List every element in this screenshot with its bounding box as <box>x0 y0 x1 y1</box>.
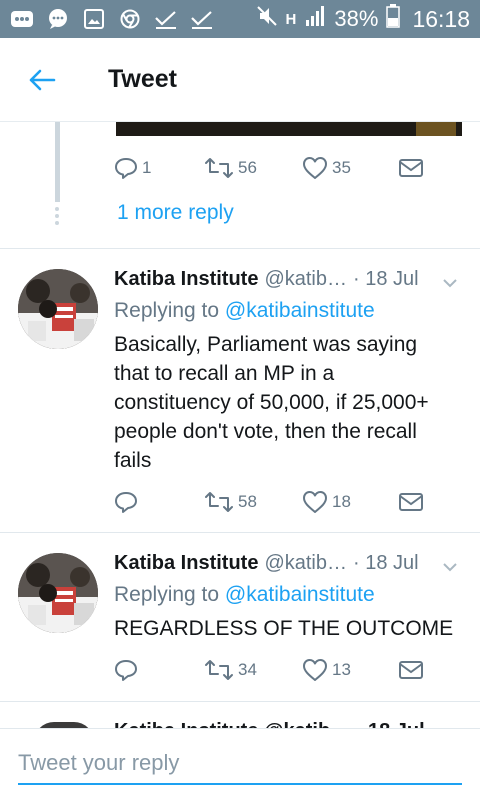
heart-icon <box>303 659 327 681</box>
reply-composer <box>0 728 480 800</box>
user-handle[interactable]: @katib… <box>264 268 347 291</box>
tweet-actions: 34 13 <box>114 656 444 684</box>
check-icon <box>154 8 178 30</box>
reply-input[interactable] <box>18 743 462 785</box>
avatar[interactable] <box>18 553 98 633</box>
prev-tweet-actions: 1 56 35 <box>114 154 444 182</box>
clock: 16:18 <box>412 5 470 32</box>
like-count: 35 <box>332 158 351 177</box>
retweet-icon <box>205 660 233 680</box>
check-icon <box>190 8 214 30</box>
user-handle[interactable]: @katib… <box>264 552 347 575</box>
envelope-icon <box>399 661 423 679</box>
display-name[interactable]: Katiba Institute <box>114 552 258 575</box>
tweet-header: Katiba Institute @katib… · 18 Jul <box>114 552 464 575</box>
chrome-icon <box>118 8 142 30</box>
retweet-icon <box>205 492 233 512</box>
thread-dots <box>55 207 60 225</box>
mention-link[interactable]: @katibainstitute <box>225 299 375 322</box>
image-icon <box>82 8 106 30</box>
tweet-header-partial: Katiba Institute @katib… · 18 Jul <box>114 720 425 728</box>
chevron-down-icon[interactable] <box>442 556 458 579</box>
like-button[interactable]: 35 <box>302 156 351 180</box>
battery-percent: 38% <box>334 6 379 31</box>
tweet-card[interactable]: Katiba Institute @katib… · 18 Jul Replyi… <box>0 533 480 701</box>
mention-link[interactable]: @katibainstitute <box>225 583 375 606</box>
tweet-actions: 58 18 <box>114 488 444 516</box>
retweet-button[interactable]: 56 <box>204 156 257 180</box>
retweet-icon <box>205 158 233 178</box>
retweet-count: 56 <box>238 158 257 177</box>
chevron-down-icon[interactable] <box>442 272 458 295</box>
retweet-count: 58 <box>238 492 257 511</box>
heart-icon <box>303 157 327 179</box>
replying-prefix: Replying to <box>114 299 220 322</box>
tweet-header: Katiba Institute @katib… · 18 Jul <box>114 268 464 291</box>
reply-count: 1 <box>142 158 152 177</box>
tweet-date: · 18 Jul <box>353 552 419 574</box>
tweet-date: · 18 Jul <box>353 268 419 290</box>
thread-connector <box>55 122 60 202</box>
more-replies-link[interactable]: 1 more reply <box>117 201 234 225</box>
envelope-icon <box>399 159 423 177</box>
retweet-button[interactable]: 58 <box>204 490 257 514</box>
tweet-card[interactable]: Katiba Institute @katib… · 18 Jul Replyi… <box>0 249 480 532</box>
app-bar: Tweet <box>0 38 480 122</box>
like-button[interactable]: 18 <box>302 490 351 514</box>
replying-to: Replying to @katibainstitute <box>114 299 375 323</box>
replying-to: Replying to @katibainstitute <box>114 583 375 607</box>
reply-icon <box>115 492 137 513</box>
share-dm-button[interactable] <box>398 491 424 513</box>
reply-button[interactable]: 1 <box>114 156 151 180</box>
back-button[interactable] <box>22 60 62 100</box>
reply-button[interactable] <box>114 658 142 682</box>
tweet-text: Basically, Parliament was saying that to… <box>114 333 429 472</box>
signal-icon <box>304 5 326 33</box>
chat-icon <box>46 8 70 30</box>
share-dm-button[interactable] <box>398 659 424 681</box>
arrow-left-icon <box>29 69 56 90</box>
tweet-media[interactable] <box>116 122 462 136</box>
tweet-text: REGARDLESS OF THE OUTCOME <box>114 617 454 640</box>
tweet-card-partial[interactable]: Katiba Institute @katib… · 18 Jul <box>0 716 480 728</box>
retweet-count: 34 <box>238 660 257 679</box>
like-count: 18 <box>332 492 351 511</box>
envelope-icon <box>399 493 423 511</box>
retweet-button[interactable]: 34 <box>204 658 257 682</box>
like-button[interactable]: 13 <box>302 658 351 682</box>
mute-icon <box>256 5 278 33</box>
page-title: Tweet <box>108 65 177 93</box>
reply-icon <box>115 660 137 681</box>
battery-icon <box>386 4 401 34</box>
replying-prefix: Replying to <box>114 583 220 606</box>
reply-icon <box>115 158 137 179</box>
share-dm-button[interactable] <box>398 157 424 179</box>
avatar[interactable] <box>18 269 98 349</box>
status-bar: H 38% 16:18 <box>0 0 480 38</box>
reply-button[interactable] <box>114 490 142 514</box>
display-name[interactable]: Katiba Institute <box>114 268 258 291</box>
bbm-icon <box>10 8 34 30</box>
divider <box>0 701 480 702</box>
network-type: H <box>285 10 297 28</box>
like-count: 13 <box>332 660 351 679</box>
heart-icon <box>303 491 327 513</box>
